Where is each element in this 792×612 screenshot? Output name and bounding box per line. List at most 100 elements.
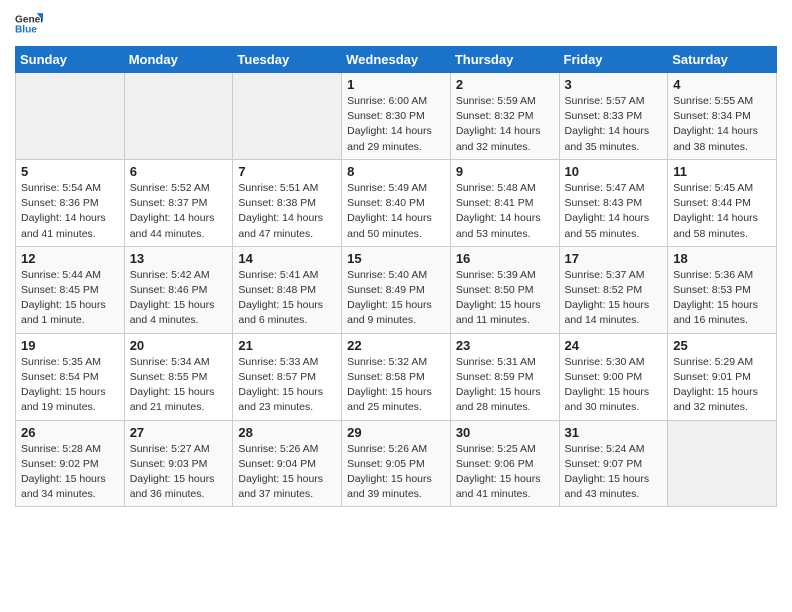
day-info: Sunrise: 5:40 AM Sunset: 8:49 PM Dayligh… xyxy=(347,268,445,329)
days-of-week-row: SundayMondayTuesdayWednesdayThursdayFrid… xyxy=(16,47,777,73)
day-info: Sunrise: 5:59 AM Sunset: 8:32 PM Dayligh… xyxy=(456,94,554,155)
day-number: 10 xyxy=(565,164,663,179)
calendar-cell xyxy=(233,73,342,160)
day-info: Sunrise: 5:34 AM Sunset: 8:55 PM Dayligh… xyxy=(130,355,228,416)
day-of-week-sunday: Sunday xyxy=(16,47,125,73)
calendar-cell: 17 Sunrise: 5:37 AM Sunset: 8:52 PM Dayli… xyxy=(559,246,668,333)
page-header: General Blue xyxy=(15,10,777,38)
calendar-cell: 2 Sunrise: 5:59 AM Sunset: 8:32 PM Daylig… xyxy=(450,73,559,160)
day-number: 4 xyxy=(673,77,771,92)
week-row-4: 19Sunrise: 5:35 AM Sunset: 8:54 PM Dayli… xyxy=(16,333,777,420)
calendar-cell: 9 Sunrise: 5:48 AM Sunset: 8:41 PM Daylig… xyxy=(450,159,559,246)
calendar-cell: 20 Sunrise: 5:34 AM Sunset: 8:55 PM Dayli… xyxy=(124,333,233,420)
calendar-cell: 19Sunrise: 5:35 AM Sunset: 8:54 PM Dayli… xyxy=(16,333,125,420)
day-of-week-thursday: Thursday xyxy=(450,47,559,73)
day-info: Sunrise: 6:00 AM Sunset: 8:30 PM Dayligh… xyxy=(347,94,445,155)
day-info: Sunrise: 5:48 AM Sunset: 8:41 PM Dayligh… xyxy=(456,181,554,242)
day-number: 26 xyxy=(21,425,119,440)
day-of-week-saturday: Saturday xyxy=(668,47,777,73)
day-info: Sunrise: 5:51 AM Sunset: 8:38 PM Dayligh… xyxy=(238,181,336,242)
day-number: 31 xyxy=(565,425,663,440)
calendar-cell: 5 Sunrise: 5:54 AM Sunset: 8:36 PM Daylig… xyxy=(16,159,125,246)
day-info: Sunrise: 5:37 AM Sunset: 8:52 PM Dayligh… xyxy=(565,268,663,329)
day-number: 16 xyxy=(456,251,554,266)
calendar-cell: 30 Sunrise: 5:25 AM Sunset: 9:06 PM Dayli… xyxy=(450,420,559,507)
day-info: Sunrise: 5:27 AM Sunset: 9:03 PM Dayligh… xyxy=(130,442,228,503)
calendar-cell: 6 Sunrise: 5:52 AM Sunset: 8:37 PM Daylig… xyxy=(124,159,233,246)
day-number: 28 xyxy=(238,425,336,440)
calendar-cell: 29Sunrise: 5:26 AM Sunset: 9:05 PM Dayli… xyxy=(342,420,451,507)
calendar-cell: 25Sunrise: 5:29 AM Sunset: 9:01 PM Dayli… xyxy=(668,333,777,420)
calendar-cell: 10Sunrise: 5:47 AM Sunset: 8:43 PM Dayli… xyxy=(559,159,668,246)
day-number: 8 xyxy=(347,164,445,179)
calendar-table: SundayMondayTuesdayWednesdayThursdayFrid… xyxy=(15,46,777,507)
calendar-cell: 12Sunrise: 5:44 AM Sunset: 8:45 PM Dayli… xyxy=(16,246,125,333)
calendar-cell: 16 Sunrise: 5:39 AM Sunset: 8:50 PM Dayli… xyxy=(450,246,559,333)
day-info: Sunrise: 5:52 AM Sunset: 8:37 PM Dayligh… xyxy=(130,181,228,242)
day-of-week-wednesday: Wednesday xyxy=(342,47,451,73)
day-number: 17 xyxy=(565,251,663,266)
calendar-cell: 1 Sunrise: 6:00 AM Sunset: 8:30 PM Daylig… xyxy=(342,73,451,160)
calendar-cell: 8 Sunrise: 5:49 AM Sunset: 8:40 PM Daylig… xyxy=(342,159,451,246)
day-number: 24 xyxy=(565,338,663,353)
calendar-cell: 24 Sunrise: 5:30 AM Sunset: 9:00 PM Dayli… xyxy=(559,333,668,420)
day-info: Sunrise: 5:36 AM Sunset: 8:53 PM Dayligh… xyxy=(673,268,771,329)
day-info: Sunrise: 5:30 AM Sunset: 9:00 PM Dayligh… xyxy=(565,355,663,416)
day-info: Sunrise: 5:33 AM Sunset: 8:57 PM Dayligh… xyxy=(238,355,336,416)
calendar-cell xyxy=(16,73,125,160)
day-number: 21 xyxy=(238,338,336,353)
day-of-week-friday: Friday xyxy=(559,47,668,73)
week-row-1: 1 Sunrise: 6:00 AM Sunset: 8:30 PM Daylig… xyxy=(16,73,777,160)
day-number: 29 xyxy=(347,425,445,440)
day-number: 3 xyxy=(565,77,663,92)
week-row-2: 5 Sunrise: 5:54 AM Sunset: 8:36 PM Daylig… xyxy=(16,159,777,246)
day-number: 15 xyxy=(347,251,445,266)
day-info: Sunrise: 5:55 AM Sunset: 8:34 PM Dayligh… xyxy=(673,94,771,155)
day-info: Sunrise: 5:24 AM Sunset: 9:07 PM Dayligh… xyxy=(565,442,663,503)
calendar-cell: 22Sunrise: 5:32 AM Sunset: 8:58 PM Dayli… xyxy=(342,333,451,420)
calendar-cell: 11 Sunrise: 5:45 AM Sunset: 8:44 PM Dayli… xyxy=(668,159,777,246)
day-number: 20 xyxy=(130,338,228,353)
day-number: 9 xyxy=(456,164,554,179)
day-number: 11 xyxy=(673,164,771,179)
day-info: Sunrise: 5:44 AM Sunset: 8:45 PM Dayligh… xyxy=(21,268,119,329)
day-number: 5 xyxy=(21,164,119,179)
calendar-cell: 31 Sunrise: 5:24 AM Sunset: 9:07 PM Dayli… xyxy=(559,420,668,507)
calendar-cell: 15 Sunrise: 5:40 AM Sunset: 8:49 PM Dayli… xyxy=(342,246,451,333)
day-info: Sunrise: 5:39 AM Sunset: 8:50 PM Dayligh… xyxy=(456,268,554,329)
logo-icon: General Blue xyxy=(15,10,43,38)
calendar-cell: 21 Sunrise: 5:33 AM Sunset: 8:57 PM Dayli… xyxy=(233,333,342,420)
day-info: Sunrise: 5:57 AM Sunset: 8:33 PM Dayligh… xyxy=(565,94,663,155)
calendar-cell: 14 Sunrise: 5:41 AM Sunset: 8:48 PM Dayli… xyxy=(233,246,342,333)
day-number: 2 xyxy=(456,77,554,92)
day-of-week-monday: Monday xyxy=(124,47,233,73)
calendar-cell: 3 Sunrise: 5:57 AM Sunset: 8:33 PM Daylig… xyxy=(559,73,668,160)
day-number: 25 xyxy=(673,338,771,353)
svg-text:Blue: Blue xyxy=(15,25,37,36)
week-row-5: 26 Sunrise: 5:28 AM Sunset: 9:02 PM Dayli… xyxy=(16,420,777,507)
day-number: 1 xyxy=(347,77,445,92)
calendar-cell: 26 Sunrise: 5:28 AM Sunset: 9:02 PM Dayli… xyxy=(16,420,125,507)
day-number: 13 xyxy=(130,251,228,266)
calendar-cell xyxy=(124,73,233,160)
day-info: Sunrise: 5:54 AM Sunset: 8:36 PM Dayligh… xyxy=(21,181,119,242)
day-info: Sunrise: 5:25 AM Sunset: 9:06 PM Dayligh… xyxy=(456,442,554,503)
calendar-cell: 27Sunrise: 5:27 AM Sunset: 9:03 PM Dayli… xyxy=(124,420,233,507)
logo: General Blue xyxy=(15,10,43,38)
day-number: 7 xyxy=(238,164,336,179)
day-number: 23 xyxy=(456,338,554,353)
day-info: Sunrise: 5:31 AM Sunset: 8:59 PM Dayligh… xyxy=(456,355,554,416)
day-info: Sunrise: 5:28 AM Sunset: 9:02 PM Dayligh… xyxy=(21,442,119,503)
calendar-cell xyxy=(668,420,777,507)
day-number: 6 xyxy=(130,164,228,179)
day-number: 30 xyxy=(456,425,554,440)
day-info: Sunrise: 5:41 AM Sunset: 8:48 PM Dayligh… xyxy=(238,268,336,329)
day-info: Sunrise: 5:42 AM Sunset: 8:46 PM Dayligh… xyxy=(130,268,228,329)
calendar-cell: 18Sunrise: 5:36 AM Sunset: 8:53 PM Dayli… xyxy=(668,246,777,333)
day-info: Sunrise: 5:26 AM Sunset: 9:04 PM Dayligh… xyxy=(238,442,336,503)
week-row-3: 12Sunrise: 5:44 AM Sunset: 8:45 PM Dayli… xyxy=(16,246,777,333)
day-info: Sunrise: 5:45 AM Sunset: 8:44 PM Dayligh… xyxy=(673,181,771,242)
calendar-body: 1 Sunrise: 6:00 AM Sunset: 8:30 PM Daylig… xyxy=(16,73,777,507)
day-number: 14 xyxy=(238,251,336,266)
day-info: Sunrise: 5:49 AM Sunset: 8:40 PM Dayligh… xyxy=(347,181,445,242)
